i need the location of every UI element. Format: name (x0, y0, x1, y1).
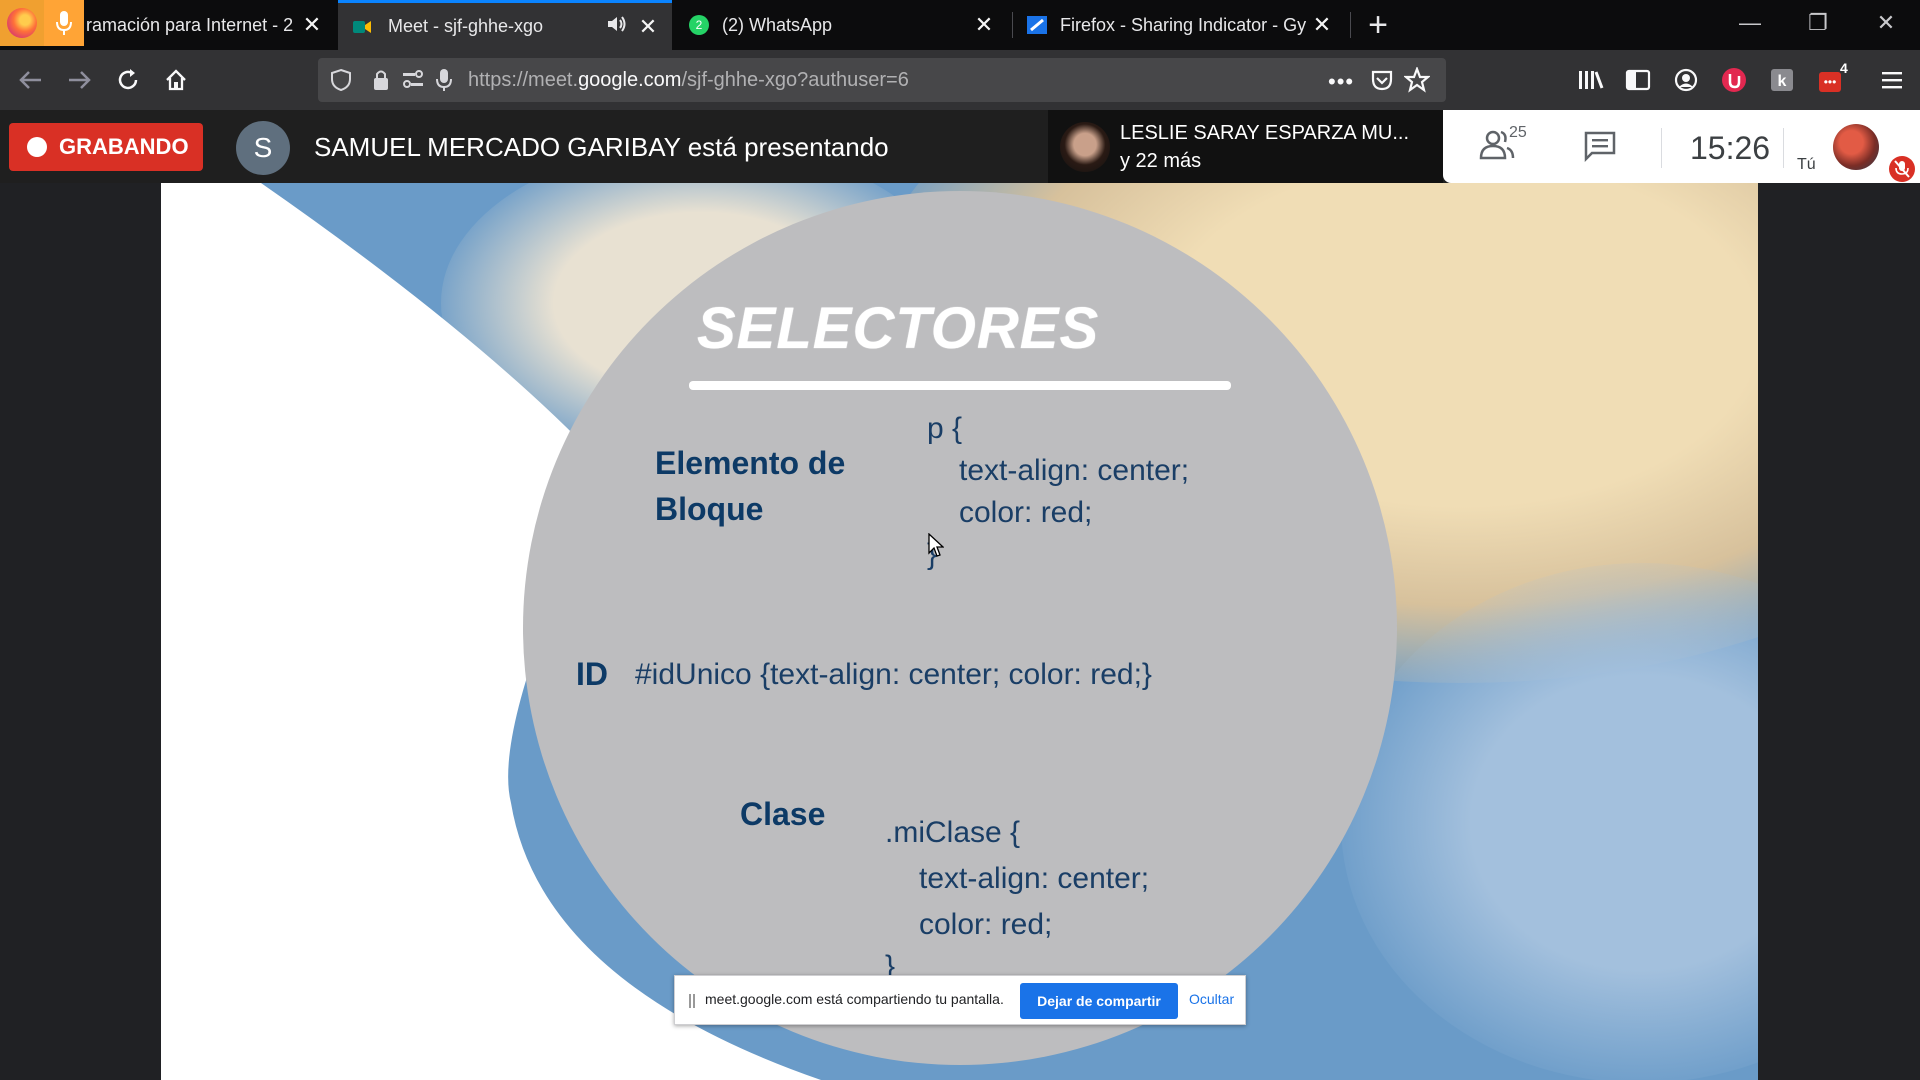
tab-close-icon[interactable]: ✕ (1310, 12, 1334, 37)
tab-programacion[interactable]: ramación para Internet - 2 ✕ (84, 0, 336, 50)
pocket-icon[interactable] (1370, 68, 1394, 97)
microphone-icon[interactable] (436, 68, 452, 97)
meeting-clock: 15:26 (1690, 130, 1771, 166)
sharing-indicator-icon (1026, 14, 1050, 36)
screen-sharing-notification: meet.google.com está compartiendo tu pan… (674, 975, 1246, 1025)
tab-meet[interactable]: Meet - sjf-ghhe-xgo ✕ (338, 0, 672, 50)
star-icon[interactable] (1402, 65, 1432, 98)
participant-more: y 22 más (1120, 150, 1202, 172)
block-code-line: p { (927, 412, 963, 445)
divider (1783, 128, 1784, 168)
drag-handle-icon[interactable] (689, 994, 695, 1008)
tab-label: (2) WhatsApp (722, 14, 833, 35)
tab-close-icon[interactable]: ✕ (636, 14, 660, 39)
shield-icon[interactable] (330, 68, 352, 97)
microphone-off-icon (1889, 156, 1915, 182)
hide-button[interactable]: Ocultar (1189, 991, 1234, 1007)
block-code-line: color: red; (959, 496, 1093, 529)
stop-sharing-button[interactable]: Dejar de compartir (1020, 983, 1178, 1019)
tab-separator (1350, 12, 1351, 38)
meet-tab-icon (352, 17, 372, 37)
browser-tab-strip: ramación para Internet - 2 ✕ Meet - sjf-… (0, 0, 1920, 50)
block-element-label: Elemento de (655, 445, 846, 481)
tab-label: Firefox - Sharing Indicator - Gy (1060, 14, 1307, 35)
more-icon[interactable]: ••• (1328, 69, 1354, 95)
url-text[interactable]: https://meet.google.com/sjf-ghhe-xgo?aut… (468, 69, 909, 92)
recording-dot-icon (27, 137, 47, 157)
sidebar-icon[interactable] (1616, 58, 1660, 102)
menu-icon[interactable] (1870, 58, 1914, 102)
library-icon[interactable] (1568, 58, 1612, 102)
participant-tile[interactable]: LESLIE SARAY ESPARZA MU... y 22 más (1048, 110, 1443, 183)
title-underline (689, 381, 1231, 390)
class-label: Clase (740, 796, 826, 832)
forward-icon[interactable] (58, 58, 102, 102)
tab-label: Meet - sjf-ghhe-xgo (388, 16, 544, 36)
url-prefix: https://meet. (468, 69, 579, 91)
account-icon[interactable] (1664, 58, 1708, 102)
tab-separator (1012, 12, 1013, 38)
divider (1661, 128, 1662, 168)
chat-button[interactable] (1583, 130, 1623, 166)
recording-indicator[interactable]: GRABANDO (9, 123, 203, 171)
chat-icon (1584, 131, 1616, 163)
home-icon[interactable] (154, 58, 198, 102)
speaker-icon[interactable] (606, 14, 628, 39)
microphone-sharing-icon[interactable] (44, 0, 84, 46)
shared-slide: SELECTORES Elemento de Bloque p { text-a… (161, 183, 1758, 1080)
self-label: Tú (1797, 156, 1816, 173)
navigation-toolbar: https://meet.google.com/sjf-ghhe-xgo?aut… (0, 50, 1920, 110)
notifications-extension-icon[interactable]: ••• 4 (1810, 58, 1854, 102)
url-domain: google.com (578, 69, 682, 91)
slide-title: SELECTORES (697, 296, 1100, 361)
back-icon[interactable] (8, 58, 52, 102)
presenter-status-text: SAMUEL MERCADO GARIBAY está presentando (314, 132, 889, 162)
url-bar[interactable]: https://meet.google.com/sjf-ghhe-xgo?aut… (318, 58, 1446, 102)
whatsapp-icon: 2 (688, 14, 710, 36)
firefox-logo-icon (0, 0, 44, 46)
meet-top-bar: GRABANDO S SAMUEL MERCADO GARIBAY está p… (0, 110, 1920, 183)
mouse-cursor-icon (928, 532, 945, 559)
svg-text:2: 2 (696, 18, 703, 32)
class-code-line: color: red; (919, 908, 1053, 941)
meet-controls-panel: 25 15:26 Tú (1443, 110, 1920, 183)
participant-name: LESLIE SARAY ESPARZA MU... (1120, 122, 1409, 144)
svg-text:k: k (1778, 73, 1787, 90)
presentation-stage: SELECTORES Elemento de Bloque p { text-a… (0, 183, 1920, 1080)
tab-whatsapp[interactable]: 2 (2) WhatsApp ✕ (686, 0, 1006, 50)
id-label: ID (576, 656, 608, 692)
sharing-message: meet.google.com está compartiendo tu pan… (705, 991, 1004, 1007)
new-tab-button[interactable]: + (1358, 4, 1398, 46)
close-window-button[interactable]: ✕ (1852, 0, 1920, 46)
reload-icon[interactable] (106, 58, 150, 102)
block-element-label: Bloque (655, 491, 764, 527)
class-code-line: text-align: center; (919, 862, 1150, 895)
block-code-line: text-align: center; (959, 454, 1190, 487)
tab-close-icon[interactable]: ✕ (300, 12, 324, 37)
svg-text:•••: ••• (1824, 75, 1837, 89)
restore-button[interactable]: ❐ (1784, 0, 1852, 46)
tab-sharing-indicator[interactable]: Firefox - Sharing Indicator - Gy ✕ (1024, 0, 1346, 50)
participant-avatar (1060, 122, 1110, 172)
presenter-avatar: S (236, 121, 290, 175)
extension-icon[interactable]: k (1760, 58, 1804, 102)
stop-sign-extension-icon[interactable] (1712, 58, 1756, 102)
people-count-badge: 25 (1509, 124, 1527, 141)
self-avatar[interactable] (1833, 124, 1879, 170)
tab-label: ramación para Internet - 2 (86, 14, 294, 35)
extension-badge: 4 (1840, 60, 1848, 76)
permissions-icon[interactable] (402, 70, 424, 95)
id-code-line: #idUnico {text-align: center; color: red… (635, 658, 1152, 691)
class-code-line: .miClase { (885, 816, 1021, 849)
lock-icon[interactable] (372, 68, 390, 97)
url-path: /sjf-ghhe-xgo?authuser=6 (681, 69, 909, 91)
tab-close-icon[interactable]: ✕ (972, 12, 996, 37)
minimize-button[interactable]: — (1716, 0, 1784, 46)
recording-label: GRABANDO (59, 134, 189, 159)
